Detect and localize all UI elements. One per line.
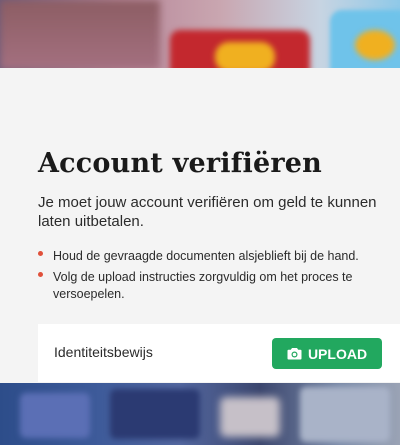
- instruction-text: Volg de upload instructies zorgvuldig om…: [53, 270, 353, 301]
- page: Account verifiëren Je moet jouw account …: [0, 0, 400, 445]
- background-shape: [220, 397, 280, 437]
- instruction-item: Houd de gevraagde documenten alsjeblieft…: [38, 248, 383, 265]
- document-label: Identiteitsbewijs: [54, 344, 153, 360]
- document-row-identity: Identiteitsbewijs UPLOAD: [38, 324, 400, 382]
- background-shape: [0, 0, 160, 70]
- bullet-dot-icon: [38, 251, 43, 256]
- background-shape: [215, 42, 275, 70]
- background-banner-top: [0, 0, 400, 70]
- upload-button[interactable]: UPLOAD: [272, 338, 382, 369]
- background-shape: [300, 387, 390, 442]
- background-shape: [110, 389, 200, 439]
- camera-icon: [287, 347, 302, 360]
- background-shape: [355, 30, 395, 60]
- instruction-item: Volg de upload instructies zorgvuldig om…: [38, 269, 383, 303]
- instruction-text: Houd de gevraagde documenten alsjeblieft…: [53, 249, 359, 263]
- background-banner-bottom: [0, 383, 400, 445]
- instruction-list: Houd de gevraagde documenten alsjeblieft…: [38, 248, 383, 307]
- bullet-dot-icon: [38, 272, 43, 277]
- background-shape: [20, 393, 90, 438]
- verification-modal: Account verifiëren Je moet jouw account …: [0, 68, 400, 383]
- modal-description: Je moet jouw account verifiëren om geld …: [38, 194, 377, 230]
- modal-title: Account verifiëren: [38, 148, 323, 179]
- upload-button-label: UPLOAD: [307, 345, 368, 362]
